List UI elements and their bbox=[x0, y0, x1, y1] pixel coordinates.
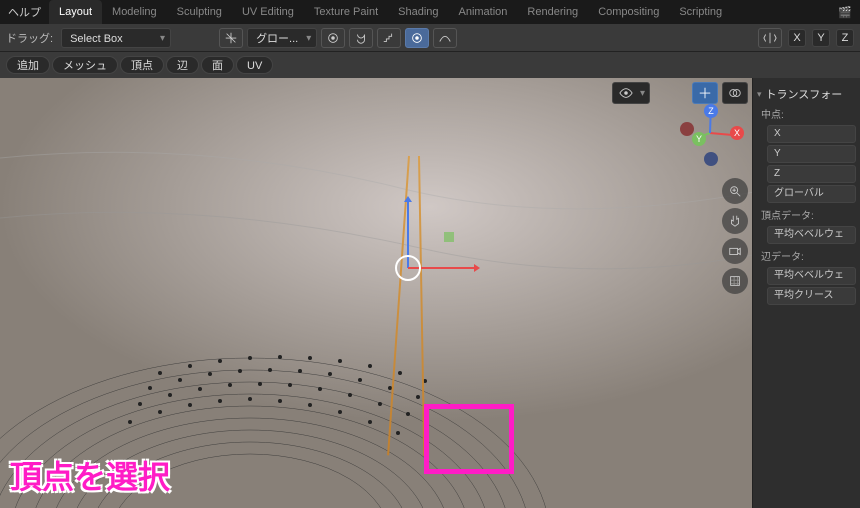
overlay-toggle[interactable] bbox=[722, 82, 748, 104]
space-dropdown[interactable]: グローバル bbox=[767, 185, 856, 203]
bevel-weight-vertex[interactable]: 平均ベベルウェ bbox=[767, 226, 856, 244]
tab-texture-paint[interactable]: Texture Paint bbox=[304, 0, 388, 24]
nav-z[interactable]: Z bbox=[704, 104, 718, 118]
viewport-3d[interactable]: X Y Z トランスフォー 中点: X Y Z グローバル 頂点データ: 平均ベ… bbox=[0, 78, 860, 508]
snap-dropdown[interactable] bbox=[377, 28, 401, 48]
menu-add[interactable]: 追加 bbox=[6, 56, 50, 74]
orientation-dropdown[interactable]: グロー... bbox=[247, 28, 317, 48]
menu-mesh[interactable]: メッシュ bbox=[52, 56, 118, 74]
proportional-falloff-dropdown[interactable] bbox=[433, 28, 457, 48]
bevel-weight-edge[interactable]: 平均ベベルウェ bbox=[767, 267, 856, 285]
pan-icon[interactable] bbox=[722, 208, 748, 234]
zoom-icon[interactable] bbox=[722, 178, 748, 204]
nav-neg-z[interactable] bbox=[704, 152, 718, 166]
mirror-x[interactable]: X bbox=[788, 29, 806, 47]
proportional-edit-toggle[interactable] bbox=[405, 28, 429, 48]
camera-icon[interactable] bbox=[722, 238, 748, 264]
vertex-data-label: 頂点データ: bbox=[757, 205, 856, 224]
tab-sculpting[interactable]: Sculpting bbox=[167, 0, 232, 24]
menu-face[interactable]: 面 bbox=[201, 56, 234, 74]
tab-compositing[interactable]: Compositing bbox=[588, 0, 669, 24]
annotation-highlight bbox=[424, 404, 514, 474]
menu-vertex[interactable]: 頂点 bbox=[120, 56, 164, 74]
mirror-z[interactable]: Z bbox=[836, 29, 854, 47]
edge-data-label: 辺データ: bbox=[757, 246, 856, 265]
tab-rendering[interactable]: Rendering bbox=[517, 0, 588, 24]
help-menu[interactable]: ヘルプ bbox=[8, 4, 41, 20]
snap-toggle[interactable] bbox=[349, 28, 373, 48]
mirror-y[interactable]: Y bbox=[812, 29, 830, 47]
scene-icon[interactable]: 🎬 bbox=[838, 6, 852, 19]
gizmo-toggle[interactable] bbox=[692, 82, 718, 104]
median-z[interactable]: Z bbox=[767, 165, 856, 183]
median-y[interactable]: Y bbox=[767, 145, 856, 163]
tab-uv-editing[interactable]: UV Editing bbox=[232, 0, 304, 24]
panel-transform-header[interactable]: トランスフォー bbox=[757, 84, 856, 104]
menu-edge[interactable]: 辺 bbox=[166, 56, 199, 74]
top-tabs: ヘルプ Layout Modeling Sculpting UV Editing… bbox=[0, 0, 860, 24]
median-label: 中点: bbox=[757, 104, 856, 123]
mean-crease[interactable]: 平均クリース bbox=[767, 287, 856, 305]
n-panel: トランスフォー 中点: X Y Z グローバル 頂点データ: 平均ベベルウェ 辺… bbox=[752, 78, 860, 508]
mirror-icon[interactable] bbox=[758, 28, 782, 48]
gizmo-free[interactable] bbox=[395, 255, 421, 281]
tab-layout[interactable]: Layout bbox=[49, 0, 102, 24]
median-x[interactable]: X bbox=[767, 125, 856, 143]
pivot-dropdown[interactable] bbox=[321, 28, 345, 48]
nav-x[interactable]: X bbox=[730, 126, 744, 140]
menu-uv[interactable]: UV bbox=[236, 56, 273, 74]
toolbar: ドラッグ: Select Box グロー... X Y Z bbox=[0, 24, 860, 52]
nav-gizmo[interactable]: X Y Z bbox=[680, 102, 740, 162]
orientation-icon[interactable] bbox=[219, 28, 243, 48]
drag-label: ドラッグ: bbox=[6, 30, 53, 46]
tab-animation[interactable]: Animation bbox=[449, 0, 518, 24]
nav-neg-x[interactable] bbox=[680, 122, 694, 136]
tab-scripting[interactable]: Scripting bbox=[669, 0, 732, 24]
visibility-dropdown[interactable] bbox=[612, 82, 650, 104]
tab-modeling[interactable]: Modeling bbox=[102, 0, 167, 24]
edit-menubar: 追加 メッシュ 頂点 辺 面 UV bbox=[0, 52, 860, 78]
annotation-caption: 頂点を選択 bbox=[10, 452, 170, 498]
tab-shading[interactable]: Shading bbox=[388, 0, 448, 24]
nav-y[interactable]: Y bbox=[692, 132, 706, 146]
drag-select-dropdown[interactable]: Select Box bbox=[61, 28, 171, 48]
perspective-icon[interactable] bbox=[722, 268, 748, 294]
gizmo-y-plane[interactable] bbox=[444, 232, 454, 242]
